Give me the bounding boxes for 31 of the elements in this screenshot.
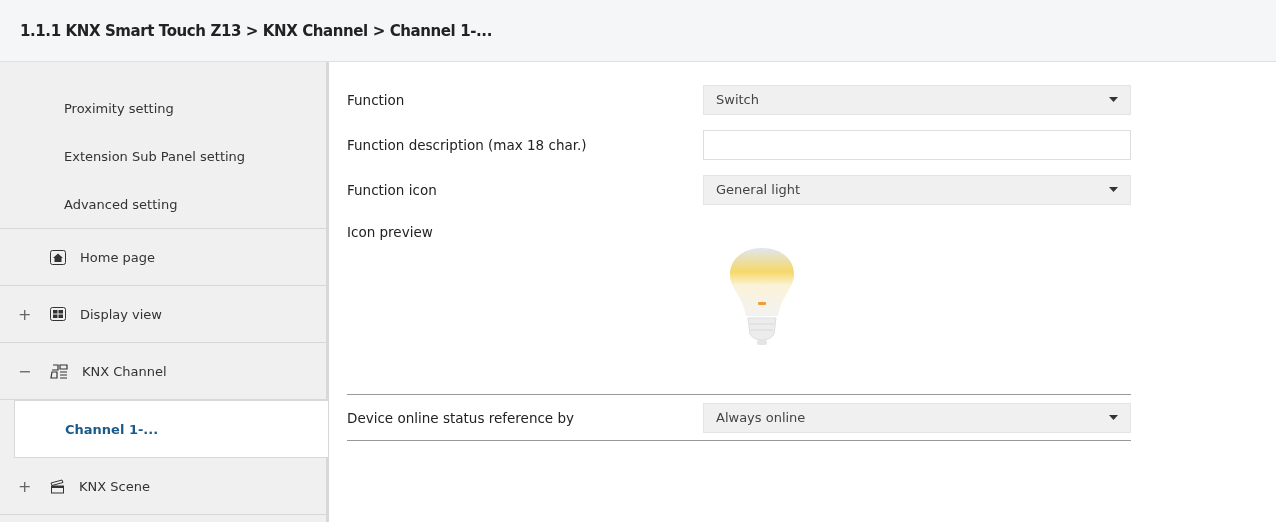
home-icon [50, 249, 66, 265]
input-field[interactable] [703, 129, 1131, 160]
expander-toggle[interactable]: + [18, 304, 40, 324]
sidebar-item-label: Display view [80, 306, 162, 322]
channel-icon [50, 363, 68, 379]
sidebar-item[interactable]: + Display view [0, 286, 326, 343]
caret-icon [1109, 97, 1118, 102]
expander-toggle[interactable]: − [18, 361, 40, 381]
grid-icon [50, 307, 66, 321]
field-label: Function icon [347, 181, 438, 198]
field-label: Icon preview [347, 224, 434, 240]
sidebar-item[interactable]: Advanced setting [0, 180, 326, 229]
breadcrumb: 1.1.1 KNX Smart Touch Z13 > KNX Channel > Channel 1-... [20, 21, 492, 40]
sidebar-item[interactable]: Home page [0, 229, 326, 286]
caret-icon [1109, 187, 1118, 192]
sidebar-item[interactable]: + KNX Scene [0, 458, 326, 515]
expander-toggle[interactable]: + [18, 476, 40, 496]
sidebar-item-label: Home page [80, 249, 155, 265]
sidebar-item[interactable]: Channel 1-... [14, 400, 329, 458]
sidebar-item[interactable]: Proximity setting [0, 84, 326, 132]
dropdown[interactable]: Always online [703, 402, 1131, 433]
field-label: Device online status reference by [347, 409, 575, 426]
dropdown[interactable]: General light [703, 174, 1131, 205]
caret-icon [1109, 415, 1118, 420]
sidebar-item[interactable]: Extension Sub Panel setting [0, 132, 326, 180]
dropdown[interactable]: Switch [703, 84, 1131, 115]
field-label: Function [347, 91, 406, 108]
sidebar-item-label: KNX Scene [79, 478, 150, 494]
sidebar-item-label: KNX Channel [82, 363, 167, 379]
field-label: Function description (max 18 char.) [347, 136, 588, 153]
clapperboard-icon [50, 478, 65, 494]
